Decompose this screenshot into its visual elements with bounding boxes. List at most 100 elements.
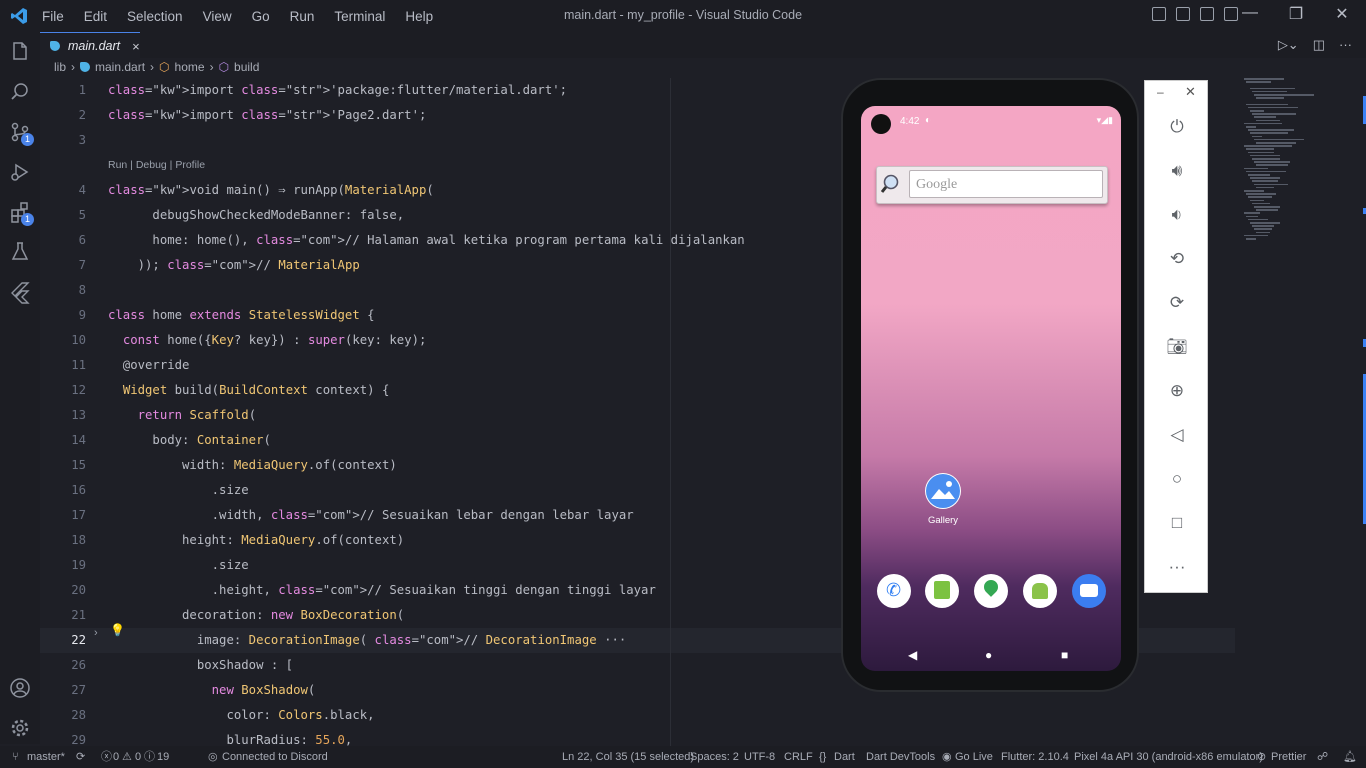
power-icon[interactable]: ⏻ <box>1166 117 1188 139</box>
minimap-line <box>1250 177 1280 179</box>
lightbulb-icon[interactable]: 💡 <box>110 623 125 637</box>
minimize-icon[interactable]: — <box>1234 4 1266 24</box>
indentation[interactable]: Spaces: 2 <box>690 746 739 768</box>
minimap-line <box>1248 196 1272 198</box>
dart-devtools[interactable]: Dart DevTools <box>866 746 935 768</box>
menu-terminal[interactable]: Terminal <box>334 9 385 24</box>
nav-overview-icon[interactable]: ■ <box>1061 648 1068 662</box>
breadcrumb-main-dart[interactable]: main.dart <box>95 60 145 74</box>
menu-selection[interactable]: Selection <box>127 9 183 24</box>
minimap-line <box>1252 90 1287 93</box>
files-icon[interactable] <box>8 40 32 64</box>
encoding[interactable]: UTF-8 <box>744 746 775 768</box>
code-line[interactable]: 28 color: Colors.black, <box>40 703 1235 728</box>
google-search-input[interactable]: Google <box>909 170 1103 198</box>
menu-go[interactable]: Go <box>252 9 270 24</box>
line-endings[interactable]: CRLF <box>784 746 813 768</box>
go-live[interactable]: Go Live <box>955 746 993 768</box>
activity-bar: 1 1 <box>0 32 40 744</box>
minimap-line <box>1244 234 1268 237</box>
flutter-icon[interactable] <box>8 280 32 304</box>
flutter-version[interactable]: Flutter: 2.10.4 <box>1001 746 1069 768</box>
more-icon[interactable]: ··· <box>1166 557 1188 579</box>
minimap-line <box>1248 106 1298 109</box>
infos-count[interactable]: 19 <box>157 746 169 768</box>
zoom-icon[interactable]: ⊕ <box>1166 381 1188 403</box>
minimap-line <box>1246 81 1271 83</box>
toggle-secondary-sidebar-icon[interactable] <box>1200 7 1214 21</box>
rotate-left-icon[interactable]: ⟲ <box>1166 249 1188 271</box>
line-number: 12 <box>71 383 86 397</box>
device-selector[interactable]: Pixel 4a API 30 (android-x86 emulator) <box>1074 746 1263 768</box>
source-control-badge: 1 <box>21 133 34 146</box>
breadcrumb-lib[interactable]: lib <box>54 60 66 74</box>
search-icon[interactable] <box>8 80 32 104</box>
toggle-panel-icon[interactable] <box>1176 7 1190 21</box>
android-navigation-bar: ◀ ● ■ <box>861 644 1121 668</box>
editor-scrollbar[interactable] <box>1360 74 1366 744</box>
camera-app-icon[interactable] <box>1072 574 1106 608</box>
tab-main-dart[interactable]: main.dart × <box>40 32 140 59</box>
phone-app-icon[interactable]: ✆ <box>877 574 911 608</box>
minimap[interactable] <box>1236 74 1358 744</box>
volume-down-icon[interactable]: 🔉︎ <box>1166 205 1188 227</box>
warnings-count[interactable]: 0 <box>135 746 141 768</box>
line-number: 27 <box>71 683 86 697</box>
close-window-icon[interactable]: ✕ <box>1326 4 1358 24</box>
gear-icon[interactable] <box>8 716 32 740</box>
run-dropdown-icon[interactable]: ▷⌄ <box>1278 37 1299 53</box>
menu-view[interactable]: View <box>203 9 232 24</box>
minimap-line <box>1246 238 1256 240</box>
more-actions-icon[interactable]: ··· <box>1339 37 1352 53</box>
sync-icon[interactable]: ⟳ <box>76 746 85 768</box>
prettier[interactable]: Prettier <box>1271 746 1306 768</box>
line-number: 20 <box>71 583 86 597</box>
phone-screen[interactable]: 4:42 ◐ ▾◢▮ Google Gallery ✆ ◀ ● ■ <box>861 106 1121 671</box>
git-branch[interactable]: master* <box>27 746 65 768</box>
fold-chevron-icon[interactable]: › <box>94 627 98 639</box>
menu-help[interactable]: Help <box>405 9 433 24</box>
run-debug-icon[interactable] <box>8 160 32 184</box>
android-app-icon[interactable] <box>1023 574 1057 608</box>
codelens-run-debug-profile[interactable]: Run | Debug | Profile <box>108 153 205 178</box>
maps-app-icon[interactable] <box>974 574 1008 608</box>
language-mode[interactable]: Dart <box>834 746 855 768</box>
split-editor-icon[interactable]: ◫ <box>1313 37 1325 53</box>
close-tab-icon[interactable]: × <box>132 39 140 54</box>
code-text: .height, class="com">// Sesuaikan tinggi… <box>108 583 656 597</box>
errors-count[interactable]: 0 <box>113 746 119 768</box>
google-search-widget[interactable]: Google <box>876 166 1108 204</box>
menu-run[interactable]: Run <box>290 9 315 24</box>
discord-status[interactable]: Connected to Discord <box>222 746 328 768</box>
notifications-icon[interactable]: 🔔︎ <box>1343 746 1357 768</box>
flask-icon[interactable] <box>8 240 32 264</box>
gallery-app-icon[interactable] <box>925 473 961 509</box>
code-text: decoration: new BoxDecoration( <box>108 608 405 622</box>
camera-icon[interactable]: 📷︎ <box>1166 337 1188 359</box>
volume-up-icon[interactable]: 🔊︎ <box>1166 161 1188 183</box>
error-icon: ⓧ <box>101 751 112 763</box>
breadcrumb-home[interactable]: home <box>175 60 205 74</box>
rotate-right-icon[interactable]: ⟳ <box>1166 293 1188 315</box>
nav-home-icon[interactable]: ● <box>985 648 992 662</box>
back-icon[interactable]: ◁ <box>1166 425 1188 447</box>
broadcast-icon: ◉ <box>942 751 952 763</box>
menu-edit[interactable]: Edit <box>84 9 107 24</box>
account-icon[interactable] <box>8 676 32 700</box>
menu-file[interactable]: File <box>42 9 64 24</box>
close-emulator-icon[interactable]: ✕ <box>1185 84 1196 100</box>
extensions-icon[interactable]: 1 <box>8 200 34 226</box>
feedback-icon[interactable]: ☍ <box>1317 746 1328 768</box>
minimize-emulator-icon[interactable]: – <box>1157 85 1164 99</box>
info-icon: ⓘ <box>144 751 155 763</box>
cursor-position[interactable]: Ln 22, Col 35 (15 selected) <box>562 746 694 768</box>
store-app-icon[interactable] <box>925 574 959 608</box>
restore-icon[interactable]: ❐ <box>1280 4 1312 24</box>
source-control-icon[interactable]: 1 <box>8 120 34 146</box>
breadcrumb-build[interactable]: build <box>234 60 259 74</box>
home-icon[interactable]: ○ <box>1166 469 1188 491</box>
overview-icon[interactable]: □ <box>1166 513 1188 535</box>
line-number: 15 <box>71 458 86 472</box>
toggle-sidebar-icon[interactable] <box>1152 7 1166 21</box>
nav-back-icon[interactable]: ◀ <box>908 648 917 662</box>
